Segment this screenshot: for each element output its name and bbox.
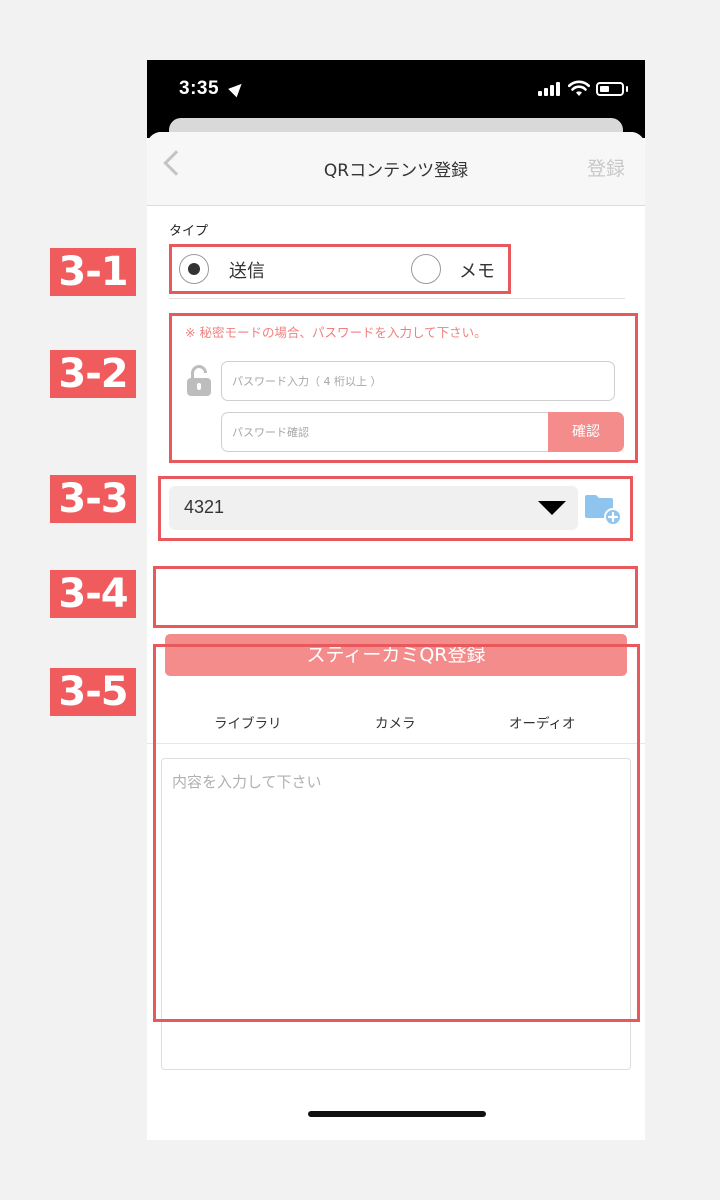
radio-memo[interactable] xyxy=(411,254,441,284)
phone-screen: 3:35 QRコンテンツ登録 登録 タイプ 送信 メモ ※ 秘密モードの場合、パ… xyxy=(147,60,645,1140)
add-folder-icon[interactable] xyxy=(584,492,622,526)
wifi-icon xyxy=(568,80,590,96)
step-label-3-4: 3-4 xyxy=(50,570,136,618)
step-label-3-1: 3-1 xyxy=(50,248,136,296)
radio-send[interactable] xyxy=(179,254,209,284)
folder-select[interactable]: 4321 xyxy=(169,486,578,530)
step-label-3-2: 3-2 xyxy=(50,350,136,398)
lock-icon xyxy=(187,365,211,397)
location-arrow-icon xyxy=(228,79,246,98)
password-confirm-input[interactable] xyxy=(221,412,551,452)
cellular-signal-icon xyxy=(538,82,562,96)
password-notice: ※ 秘密モードの場合、パスワードを入力して下さい。 xyxy=(185,325,487,340)
nav-bar: QRコンテンツ登録 登録 xyxy=(147,132,645,206)
tab-audio[interactable]: オーディオ xyxy=(509,712,576,732)
tab-library[interactable]: ライブラリ xyxy=(214,712,282,732)
radio-selected-dot xyxy=(188,263,200,275)
folder-select-value: 4321 xyxy=(184,497,225,517)
modal-sheet: QRコンテンツ登録 登録 タイプ 送信 メモ ※ 秘密モードの場合、パスワードを… xyxy=(147,132,645,1140)
radio-send-label[interactable]: 送信 xyxy=(229,257,265,283)
tab-camera[interactable]: カメラ xyxy=(375,712,416,732)
caret-down-icon xyxy=(538,501,566,515)
page-title: QRコンテンツ登録 xyxy=(323,161,469,181)
step-label-3-5: 3-5 xyxy=(50,668,136,716)
content-textarea[interactable]: 内容を入力して下さい xyxy=(161,758,631,1070)
register-nav-button[interactable]: 登録 xyxy=(587,154,625,181)
battery-nub xyxy=(626,86,628,92)
step-label-3-3: 3-3 xyxy=(50,475,136,523)
sticky-qr-register-button[interactable]: スティーカミQR登録 xyxy=(165,634,627,676)
confirm-button[interactable]: 確認 xyxy=(548,412,624,452)
type-label: タイプ xyxy=(169,224,209,239)
password-input[interactable] xyxy=(221,361,615,401)
home-indicator xyxy=(308,1111,486,1117)
status-time: 3:35 xyxy=(179,78,220,99)
divider xyxy=(169,298,625,299)
content-tabs: ライブラリ カメラ オーディオ xyxy=(147,712,645,744)
radio-memo-label[interactable]: メモ xyxy=(459,257,495,283)
battery-icon xyxy=(596,82,624,96)
